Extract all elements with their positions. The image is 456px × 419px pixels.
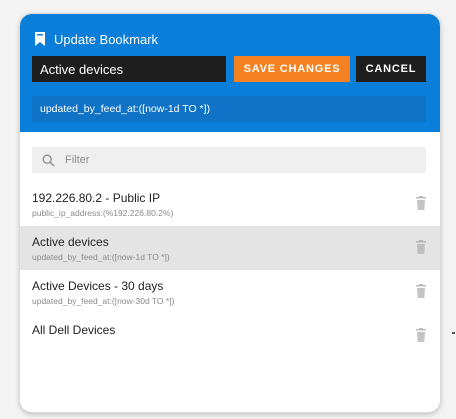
bookmark-item-title: All Dell Devices <box>32 323 116 337</box>
bookmark-item[interactable]: 192.226.80.2 - Public IP public_ip_addre… <box>20 182 440 226</box>
bookmark-item-query: updated_by_feed_at:([now-1d TO *]) <box>32 252 170 262</box>
trash-icon[interactable] <box>414 240 428 256</box>
update-bookmark-dialog: Update Bookmark SAVE CHANGES CANCEL 192.… <box>20 14 440 412</box>
filter-field[interactable] <box>32 147 426 173</box>
scrollbar-marker[interactable] <box>452 332 455 334</box>
bookmark-item-query: public_ip_address:(%192.226.80.2%) <box>32 208 174 218</box>
bookmark-item[interactable]: Active Devices - 30 days updated_by_feed… <box>20 270 440 314</box>
bookmark-item-title: 192.226.80.2 - Public IP <box>32 191 161 205</box>
dialog-title-row: Update Bookmark <box>34 30 158 48</box>
bookmark-item-query: updated_by_feed_at:([now-30d TO *]) <box>32 296 175 306</box>
bookmark-item-title: Active Devices - 30 days <box>32 279 164 293</box>
dialog-title: Update Bookmark <box>54 31 159 47</box>
bookmark-name-input[interactable] <box>32 56 226 82</box>
bookmark-icon <box>35 32 45 46</box>
bookmark-item-selected[interactable]: Active devices updated_by_feed_at:([now-… <box>20 226 440 270</box>
save-changes-button[interactable]: SAVE CHANGES <box>234 56 350 82</box>
trash-icon[interactable] <box>414 328 428 344</box>
cancel-button[interactable]: CANCEL <box>356 56 426 82</box>
bookmark-item-title: Active devices <box>32 235 109 249</box>
bookmark-list: 192.226.80.2 - Public IP public_ip_addre… <box>20 182 440 358</box>
bookmark-item[interactable]: All Dell Devices <box>20 314 440 358</box>
trash-icon[interactable] <box>414 196 428 212</box>
bookmark-query-input[interactable] <box>32 96 426 122</box>
trash-icon[interactable] <box>414 284 428 300</box>
filter-input[interactable] <box>63 153 407 167</box>
search-icon <box>42 154 55 166</box>
dialog-header: Update Bookmark SAVE CHANGES CANCEL <box>20 14 440 132</box>
